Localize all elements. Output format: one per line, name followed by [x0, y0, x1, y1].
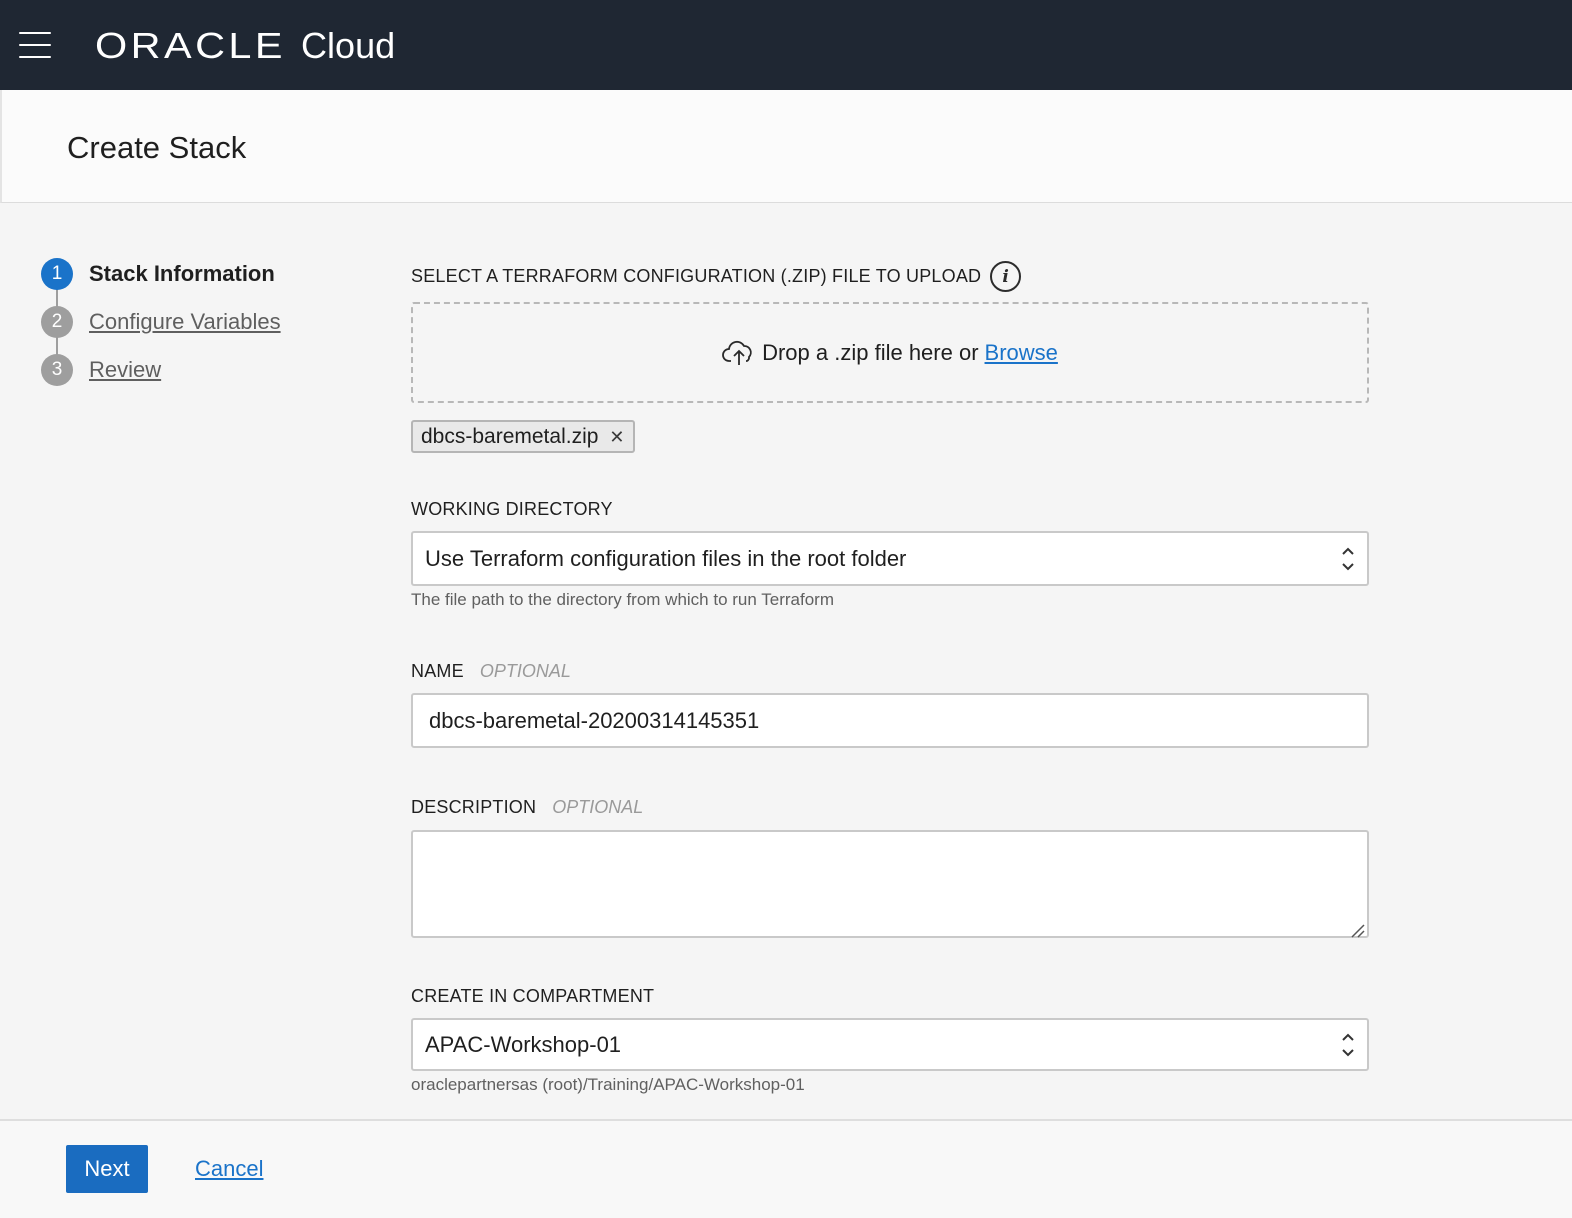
- drop-text: Drop a .zip file here or: [762, 339, 979, 365]
- optional-tag: OPTIONAL: [479, 661, 571, 681]
- oracle-cloud-logo[interactable]: ORACLE Cloud: [95, 22, 395, 70]
- name-input-value: dbcs-baremetal-20200314145351: [429, 707, 760, 733]
- info-icon[interactable]: i: [990, 261, 1022, 292]
- page-title-band: Create Stack: [0, 90, 1572, 203]
- remove-file-icon[interactable]: ✕: [609, 428, 624, 446]
- select-chevrons-icon: [1341, 546, 1355, 572]
- uploaded-file-chip: dbcs-baremetal.zip ✕: [411, 420, 635, 453]
- browse-link[interactable]: Browse: [985, 340, 1058, 366]
- description-label: DESCRIPTION: [411, 797, 537, 817]
- compartment-label-row: CREATE IN COMPARTMENT: [411, 986, 654, 1007]
- compartment-path-hint: oraclepartnersas (root)/Training/APAC-Wo…: [411, 1075, 805, 1094]
- action-footer: Next Cancel: [0, 1119, 1572, 1218]
- working-directory-value: Use Terraform configuration files in the…: [425, 545, 907, 571]
- step-number-badge: 2: [41, 306, 73, 338]
- name-label: NAME: [411, 661, 464, 681]
- optional-tag: OPTIONAL: [552, 797, 644, 817]
- step-number-badge: 3: [41, 354, 73, 386]
- step-link[interactable]: Review: [89, 357, 161, 383]
- working-directory-label-row: WORKING DIRECTORY: [411, 499, 613, 520]
- name-label-row: NAME OPTIONAL: [411, 661, 571, 682]
- step-stack-information: 1 Stack Information: [41, 250, 281, 298]
- select-chevrons-icon: [1341, 1032, 1355, 1058]
- top-navigation-bar: ORACLE Cloud: [0, 0, 1572, 90]
- hamburger-menu-icon[interactable]: [19, 32, 51, 58]
- brand-oracle-text: ORACLE: [95, 25, 286, 66]
- working-directory-select[interactable]: Use Terraform configuration files in the…: [411, 531, 1369, 586]
- name-input[interactable]: dbcs-baremetal-20200314145351: [411, 693, 1369, 748]
- compartment-select[interactable]: APAC-Workshop-01: [411, 1018, 1369, 1071]
- next-button[interactable]: Next: [66, 1145, 148, 1193]
- step-review[interactable]: 3 Review: [41, 346, 281, 394]
- upload-label: SELECT A TERRAFORM CONFIGURATION (.ZIP) …: [411, 266, 982, 286]
- step-link[interactable]: Configure Variables: [89, 309, 281, 335]
- compartment-value: APAC-Workshop-01: [425, 1031, 622, 1057]
- description-textarea[interactable]: [411, 830, 1369, 938]
- cancel-link[interactable]: Cancel: [195, 1156, 263, 1182]
- wizard-steps: 1 Stack Information 2 Configure Variable…: [41, 250, 281, 394]
- file-dropzone[interactable]: Drop a .zip file here or Browse: [411, 302, 1369, 403]
- step-label: Stack Information: [89, 261, 275, 286]
- upload-label-row: SELECT A TERRAFORM CONFIGURATION (.ZIP) …: [411, 261, 1022, 292]
- step-number-badge: 1: [41, 258, 73, 290]
- description-label-row: DESCRIPTION OPTIONAL: [411, 797, 643, 818]
- resize-handle-icon[interactable]: [1349, 918, 1365, 938]
- working-directory-label: WORKING DIRECTORY: [411, 499, 613, 519]
- working-directory-hint: The file path to the directory from whic…: [411, 590, 834, 609]
- brand-cloud-text: Cloud: [301, 25, 396, 66]
- cloud-upload-icon: [722, 340, 756, 366]
- page-title: Create Stack: [67, 130, 247, 165]
- step-configure-variables[interactable]: 2 Configure Variables: [41, 298, 281, 346]
- uploaded-file-name: dbcs-baremetal.zip: [421, 424, 599, 448]
- compartment-label: CREATE IN COMPARTMENT: [411, 986, 655, 1006]
